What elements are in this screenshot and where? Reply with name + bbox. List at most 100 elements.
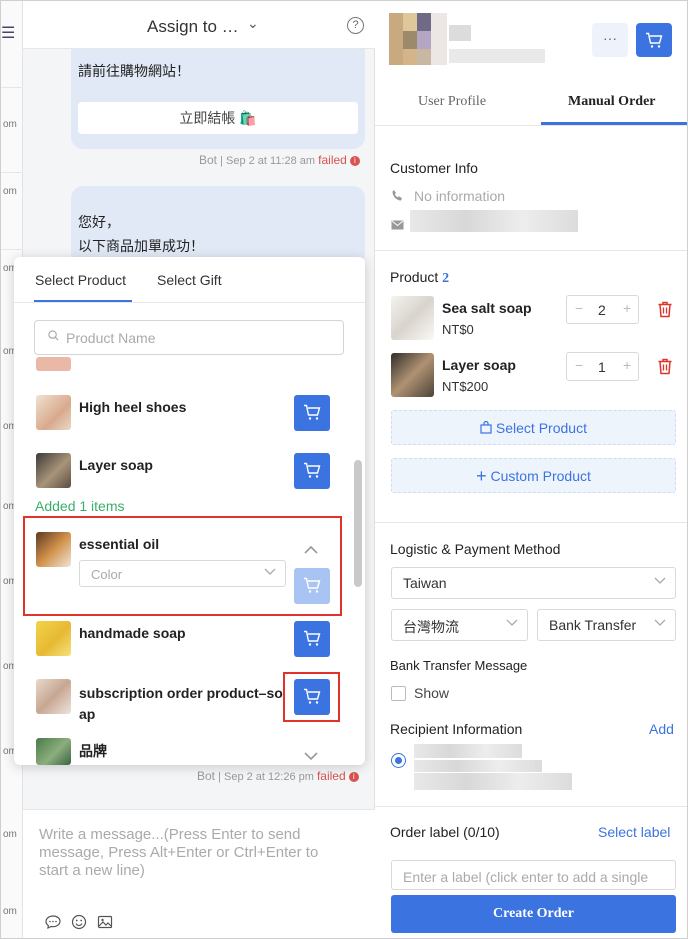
product-name: Layer soap: [79, 457, 153, 473]
product-thumbnail: [36, 357, 71, 371]
message-meta: Bot | Sep 2 at 12:26 pm failed i: [197, 769, 359, 783]
country-select[interactable]: Taiwan: [391, 567, 676, 599]
chevron-down-icon: [654, 574, 666, 588]
show-label[interactable]: Show: [414, 685, 449, 701]
failed-status: failed: [316, 769, 346, 783]
conversation-item[interactable]: om: [3, 829, 17, 840]
error-icon[interactable]: i: [348, 772, 359, 782]
timestamp: Sep 2 at 12:26 pm: [224, 771, 314, 783]
product-search[interactable]: [34, 320, 344, 355]
order-item-name: Layer soap: [442, 357, 516, 373]
quantity-value[interactable]: 2: [598, 302, 606, 318]
quantity-stepper[interactable]: − 1 +: [566, 352, 639, 381]
conversation-item[interactable]: om: [3, 119, 17, 130]
redacted-email: [410, 210, 578, 232]
recipient-radio[interactable]: [391, 753, 406, 768]
order-label-title: Order label (0/10): [390, 824, 500, 840]
chevron-down-icon[interactable]: [304, 749, 318, 764]
phone-icon: [391, 189, 404, 205]
scrollbar-thumb[interactable]: [354, 460, 362, 587]
picker-tabs: Select Product Select Gift: [14, 257, 365, 303]
checkout-button[interactable]: 立即結帳 🛍️: [78, 102, 358, 134]
order-item-price: NT$0: [442, 322, 474, 337]
cart-button[interactable]: [636, 23, 672, 57]
bank-transfer-message-title: Bank Transfer Message: [390, 658, 528, 673]
tab-manual-order[interactable]: Manual Order: [568, 94, 656, 110]
sender-label: Bot: [197, 769, 216, 783]
message-composer[interactable]: Write a message...(Press Enter to send m…: [23, 809, 375, 938]
tab-select-gift[interactable]: Select Gift: [157, 272, 222, 288]
order-item-name: Sea salt soap: [442, 300, 532, 316]
menu-icon[interactable]: ☰: [1, 23, 15, 43]
sender-label: Bot: [199, 153, 218, 167]
customer-info-title: Customer Info: [390, 160, 478, 176]
highlight-box: [283, 672, 340, 722]
product-thumbnail: [36, 453, 71, 488]
recipient-title: Recipient Information: [390, 721, 523, 737]
product-thumbnail: [36, 621, 71, 656]
order-label-input[interactable]: [403, 869, 668, 885]
chat-header: Assign to … ⌄ ?: [23, 1, 375, 49]
logistic-select[interactable]: 台灣物流: [391, 609, 528, 641]
show-checkbox[interactable]: [391, 686, 406, 701]
order-label-field[interactable]: [391, 860, 676, 890]
increment-icon[interactable]: +: [623, 300, 631, 316]
product-search-input[interactable]: [66, 328, 336, 348]
trash-icon[interactable]: [657, 301, 673, 321]
tab-user-profile[interactable]: User Profile: [418, 94, 486, 110]
more-options-button[interactable]: ···: [592, 23, 628, 57]
select-product-button[interactable]: Select Product: [391, 410, 676, 445]
add-to-cart-button[interactable]: [294, 621, 330, 657]
bag-icon: [480, 420, 496, 436]
divider: [1, 87, 23, 88]
message-text: 請前往購物網站！: [78, 63, 190, 79]
product-thumbnail: [391, 296, 434, 340]
order-item-price: NT$200: [442, 379, 489, 394]
composer-placeholder[interactable]: Write a message...(Press Enter to send m…: [39, 826, 349, 880]
phone-text: No information: [414, 188, 506, 204]
assign-dropdown-label[interactable]: Assign to …: [147, 17, 239, 37]
image-icon[interactable]: [97, 914, 113, 933]
add-to-cart-button[interactable]: [294, 395, 330, 431]
quantity-value[interactable]: 1: [598, 359, 606, 375]
decrement-icon[interactable]: −: [575, 357, 583, 373]
payment-value: Bank Transfer: [549, 617, 637, 633]
product-name: 品牌: [79, 743, 107, 759]
select-label-link[interactable]: Select label: [598, 824, 670, 840]
create-order-button[interactable]: Create Order: [391, 895, 676, 933]
search-icon: [48, 330, 59, 344]
logistic-title: Logistic & Payment Method: [390, 541, 561, 557]
product-name: subscription order product–so ap: [79, 685, 283, 722]
message-bubble: 您好， 以下商品加單成功！: [71, 186, 365, 266]
added-items-label: Added 1 items: [35, 498, 125, 514]
add-to-cart-button[interactable]: [294, 453, 330, 489]
emoji-icon[interactable]: [71, 914, 87, 933]
payment-select[interactable]: Bank Transfer: [537, 609, 676, 641]
decrement-icon[interactable]: −: [575, 300, 583, 316]
increment-icon[interactable]: +: [623, 357, 631, 373]
divider: [375, 125, 687, 126]
quantity-stepper[interactable]: − 2 +: [566, 295, 639, 324]
redacted-recipient: [414, 773, 572, 790]
message-text: 您好，: [78, 214, 120, 230]
logistic-value: 台灣物流: [403, 619, 459, 635]
conversation-item[interactable]: om: [3, 186, 17, 197]
order-panel: ··· User Profile Manual Order Customer I…: [375, 1, 687, 938]
country-value: Taiwan: [403, 575, 447, 591]
error-icon[interactable]: i: [349, 156, 360, 166]
chevron-down-icon[interactable]: ⌄: [247, 15, 259, 32]
chat-bubble-icon[interactable]: [45, 914, 61, 933]
product-name: handmade soap: [79, 625, 186, 641]
divider: [375, 250, 687, 251]
product-name: High heel shoes: [79, 399, 187, 415]
chevron-down-icon: [506, 616, 518, 630]
divider: [375, 522, 687, 523]
trash-icon[interactable]: [657, 358, 673, 378]
add-recipient-link[interactable]: Add: [649, 721, 674, 737]
conversation-item[interactable]: om: [3, 906, 17, 917]
custom-product-button[interactable]: + Custom Product: [391, 458, 676, 493]
help-icon[interactable]: ?: [347, 17, 364, 34]
product-section-title: Product 2: [390, 269, 449, 287]
custom-product-label: Custom Product: [490, 468, 591, 484]
tab-select-product[interactable]: Select Product: [35, 272, 126, 288]
